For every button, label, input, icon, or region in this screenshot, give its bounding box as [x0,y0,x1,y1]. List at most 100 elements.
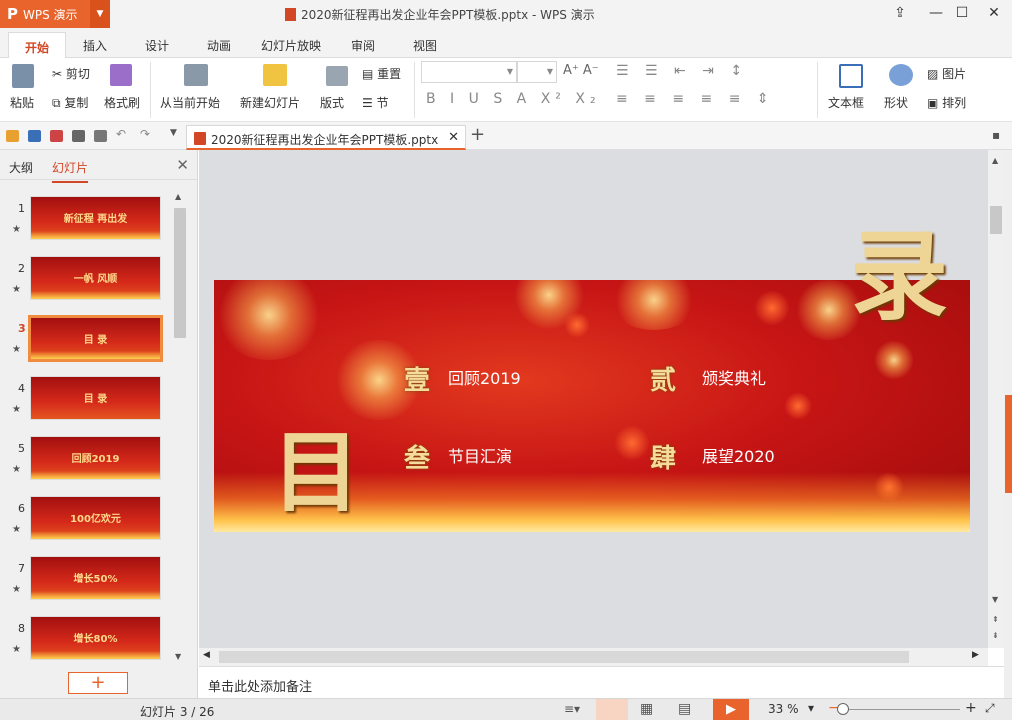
save-icon[interactable] [28,130,41,142]
notes-menu-icon[interactable]: ≡▾ [564,702,580,716]
export-pdf-icon[interactable] [50,130,63,142]
fit-window-icon[interactable]: ⤢ [985,701,995,716]
arrange-button[interactable]: ▣ 排列 [927,94,966,111]
scroll-left-icon[interactable]: ◀ [203,650,210,660]
picture-button[interactable]: ▨ 图片 [927,65,966,82]
textbox-button[interactable]: 文本框 [828,94,864,111]
item-label: 回顾2019 [448,369,521,388]
slide-thumbnail[interactable]: 100亿欢元 [30,496,161,540]
close-button[interactable]: ✕ [984,5,1004,21]
slide-counter: 幻灯片 3 / 26 [140,705,215,719]
new-slide-icon [263,64,287,86]
notes-area[interactable]: 单击此处添加备注 [199,666,1004,698]
paste-button[interactable]: 粘贴 [10,94,34,111]
font-size-select[interactable]: ▼ [517,61,557,83]
bokeh-decoration [614,425,650,461]
document-tab[interactable]: 2020新征程再出发企业年会PPT模板.pptx ✕ [186,125,466,150]
chevron-down-icon[interactable]: ▼ [90,0,110,28]
redo-icon[interactable]: ↷ [140,127,150,141]
tab-view[interactable]: 视图 [413,37,437,54]
copy-button[interactable]: ⧉ 复制 [52,94,88,111]
print-icon[interactable] [72,130,85,142]
add-slide-button[interactable]: + [68,672,128,694]
tab-insert[interactable]: 插入 [83,37,107,54]
collapse-ribbon-icon[interactable]: ▪ [992,128,1000,142]
zoom-slider[interactable] [844,709,960,710]
minimize-button[interactable]: — [926,5,946,21]
close-tab-icon[interactable]: ✕ [448,130,459,145]
align-icons[interactable]: ≡ ≡ ≡ ≡ ≡ ⇕ [616,91,775,107]
from-current-button[interactable]: 从当前开始 [160,94,220,111]
next-slide-icon[interactable]: ⇟ [992,631,999,640]
tab-home[interactable]: 开始 [8,32,67,59]
scrollbar-thumb[interactable] [219,651,909,663]
tab-slides[interactable]: 幻灯片 [52,159,89,183]
right-task-pane [1004,150,1012,698]
slide-thumbnail[interactable]: 增长50% [30,556,161,600]
chevron-down-icon[interactable]: ▼ [170,128,177,138]
share-icon[interactable]: ⇪ [890,5,910,21]
new-slide-button[interactable]: 新建幻灯片 [240,94,300,111]
slide-thumbnail[interactable]: 增长80% [30,616,161,660]
panel-tabs: 大纲 幻灯片 ✕ [0,150,198,183]
slide-sorter-icon[interactable]: ▦ [640,701,653,717]
reading-view-icon[interactable]: ▤ [678,701,691,717]
scroll-up-icon[interactable]: ▲ [992,156,998,165]
new-tab-button[interactable]: + [470,124,485,145]
slide-number: 5 [18,442,25,455]
zoom-out-icon[interactable]: ▾ [808,701,814,715]
task-pane-toggle[interactable] [1005,395,1012,493]
font-size-controls[interactable]: A⁺ A⁻ [563,63,599,78]
scrollbar-thumb[interactable] [174,208,186,338]
tab-outline[interactable]: 大纲 [9,159,33,176]
undo-icon[interactable]: ↶ [116,127,126,141]
zoom-level: 33 % [768,702,799,716]
ribbon-toolbar: 粘贴 ✂ 剪切 ⧉ 复制 格式刷 从当前开始 新建幻灯片 版式 ▤ 重置 ☰ 节… [0,58,1012,122]
prev-slide-icon[interactable]: ⇞ [992,615,999,624]
star-icon: ★ [12,464,21,475]
layout-button[interactable]: 版式 [320,94,344,111]
list-icons[interactable]: ☰ ☰ ⇤ ⇥ ↕ [616,63,748,79]
thumbnail-scrollbar[interactable]: ▲ ▼ [172,190,188,666]
bokeh-decoration [564,312,590,338]
zoom-plus-icon[interactable]: + [965,700,977,716]
play-slideshow-button[interactable]: ▶ [713,699,749,720]
close-icon[interactable]: ✕ [176,156,189,174]
tab-slideshow[interactable]: 幻灯片放映 [261,37,321,54]
reset-icon: ▤ [362,67,378,81]
divider [817,62,818,118]
title-char-left: 目 [272,420,361,524]
maximize-button[interactable]: ☐ [952,5,972,21]
vertical-scrollbar[interactable]: ▲ ▼ ⇞ ⇟ [988,150,1004,648]
scroll-up-icon[interactable]: ▲ [175,192,181,201]
font-name-select[interactable]: ▼ [421,61,517,83]
slide-thumbnail[interactable]: 新征程 再出发 [30,196,161,240]
slide-thumbnail[interactable]: 一帆 风顺 [30,256,161,300]
cut-button[interactable]: ✂ 剪切 [52,65,90,82]
scroll-right-icon[interactable]: ▶ [972,650,979,660]
scroll-down-icon[interactable]: ▼ [175,652,181,661]
slide-thumbnail[interactable]: 回顾2019 [30,436,161,480]
tab-review[interactable]: 审阅 [351,37,375,54]
slide-thumbnail-selected[interactable]: 目 录 [28,315,163,362]
tab-design[interactable]: 设计 [145,37,169,54]
format-painter-button[interactable]: 格式刷 [104,94,140,111]
firework-decoration [609,280,699,330]
zoom-slider-handle[interactable] [837,703,849,715]
wps-app-button[interactable]: P WPS 演示 ▼ [0,0,110,28]
scroll-down-icon[interactable]: ▼ [992,595,998,604]
shape-button[interactable]: 形状 [884,94,908,111]
open-icon[interactable] [6,130,19,142]
slide-thumbnail[interactable]: 目 录 [30,376,161,420]
item-number: 肆 [650,444,677,474]
text-format-icons[interactable]: B I U S A X² X₂ [426,91,601,107]
slide-number: 2 [18,262,25,275]
document-icon [194,132,206,145]
reset-button[interactable]: ▤ 重置 [362,65,401,82]
tab-animation[interactable]: 动画 [207,37,231,54]
horizontal-scrollbar[interactable]: ◀ ▶ [199,648,988,666]
section-button[interactable]: ☰ 节 [362,94,389,111]
normal-view-icon[interactable] [596,699,628,720]
scrollbar-thumb[interactable] [990,206,1002,234]
print-preview-icon[interactable] [94,130,107,142]
